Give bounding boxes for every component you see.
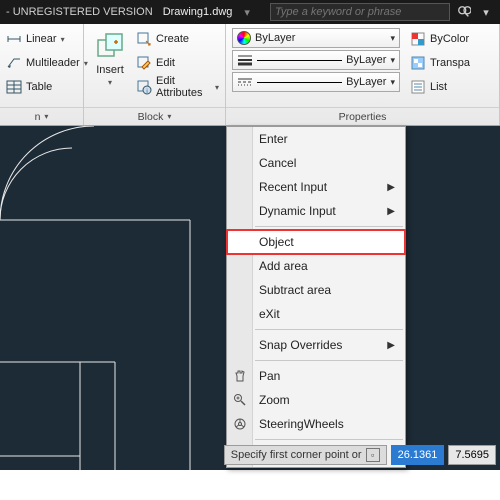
coord-y[interactable]: 7.5695 bbox=[448, 445, 496, 465]
title-bar: - UNREGISTERED VERSION Drawing1.dwg ▾ ▾ bbox=[0, 0, 500, 24]
filename-label: Drawing1.dwg bbox=[163, 6, 233, 18]
edit-attributes-icon: i bbox=[136, 79, 152, 95]
filename-dropdown-icon[interactable]: ▾ bbox=[244, 6, 250, 19]
help-search-input[interactable] bbox=[271, 6, 449, 18]
ctx-item-snap-overrides[interactable]: Snap Overrides▶ bbox=[227, 333, 405, 357]
drawing-area[interactable]: Enter Cancel Recent Input▶ Dynamic Input… bbox=[0, 126, 500, 470]
chevron-down-icon: ▾ bbox=[390, 77, 395, 88]
color-selector[interactable]: ByLayer ▾ bbox=[232, 28, 400, 48]
ctx-item-cancel[interactable]: Cancel bbox=[227, 151, 405, 175]
table-label: Table bbox=[26, 81, 52, 93]
table-icon bbox=[6, 79, 22, 95]
ctx-item-subtract-area[interactable]: Subtract area bbox=[227, 278, 405, 302]
color-label: ByLayer bbox=[255, 32, 295, 44]
unregistered-label: - UNREGISTERED VERSION bbox=[6, 6, 153, 18]
list-button[interactable]: List bbox=[410, 76, 470, 98]
command-prompt[interactable]: Specify first corner point or ▫ bbox=[224, 445, 387, 465]
ribbon: Linear ▾ Multileader ▾ Table n ▾ bbox=[0, 24, 500, 126]
chevron-down-icon: ▾ bbox=[108, 78, 112, 87]
chevron-down-icon: ▾ bbox=[390, 55, 395, 66]
linetype-icon bbox=[237, 74, 253, 90]
bycolor-icon bbox=[410, 31, 426, 47]
edit-button[interactable]: Edit bbox=[136, 52, 219, 74]
pick-point-icon[interactable]: ▫ bbox=[366, 448, 380, 462]
ctx-item-add-area[interactable]: Add area bbox=[227, 254, 405, 278]
multileader-icon bbox=[6, 55, 22, 71]
context-menu-separator bbox=[255, 226, 403, 227]
ctx-item-steering-wheels[interactable]: SteeringWheels bbox=[227, 412, 405, 436]
chevron-down-icon[interactable]: ▾ bbox=[215, 83, 219, 92]
panel-annotation: Linear ▾ Multileader ▾ Table n ▾ bbox=[0, 24, 84, 125]
submenu-arrow-icon: ▶ bbox=[387, 206, 395, 217]
panel-block-title[interactable]: Block ▾ bbox=[84, 107, 225, 125]
create-button[interactable]: Create bbox=[136, 28, 219, 50]
create-block-icon bbox=[136, 31, 152, 47]
steering-wheel-icon bbox=[232, 416, 248, 432]
chevron-down-icon: ▾ bbox=[44, 112, 48, 121]
ctx-item-recent-input[interactable]: Recent Input▶ bbox=[227, 175, 405, 199]
transparency-icon bbox=[410, 55, 426, 71]
bycolor-button[interactable]: ByColor bbox=[410, 28, 470, 50]
create-label: Create bbox=[156, 33, 189, 45]
ctx-item-enter[interactable]: Enter bbox=[227, 127, 405, 151]
panel-properties: ByLayer ▾ ByLayer ▾ ByLayer ▾ ByColor bbox=[226, 24, 500, 125]
ctx-item-exit[interactable]: eXit bbox=[227, 302, 405, 326]
panel-annotation-title[interactable]: n ▾ bbox=[0, 107, 83, 125]
linear-dim-icon bbox=[6, 31, 22, 47]
color-swatch-icon bbox=[237, 31, 251, 45]
ctx-item-pan[interactable]: Pan bbox=[227, 364, 405, 388]
lineweight-selector[interactable]: ByLayer ▾ bbox=[232, 50, 400, 70]
panel-properties-title[interactable]: Properties bbox=[226, 107, 499, 125]
lineweight-label: ByLayer bbox=[346, 54, 386, 66]
list-icon bbox=[410, 79, 426, 95]
chevron-down-icon[interactable]: ▾ bbox=[61, 35, 65, 44]
help-search-box[interactable] bbox=[270, 3, 450, 21]
linetype-selector[interactable]: ByLayer ▾ bbox=[232, 72, 400, 92]
title-dropdown-icon[interactable]: ▾ bbox=[478, 4, 494, 20]
insert-label: Insert bbox=[96, 64, 124, 76]
linear-button[interactable]: Linear ▾ bbox=[6, 28, 88, 50]
edit-label: Edit bbox=[156, 57, 175, 69]
ctx-item-zoom[interactable]: Zoom bbox=[227, 388, 405, 412]
context-menu-separator bbox=[255, 329, 403, 330]
status-bar: Specify first corner point or ▫ 26.1361 … bbox=[0, 440, 500, 470]
ctx-item-dynamic-input[interactable]: Dynamic Input▶ bbox=[227, 199, 405, 223]
linetype-label: ByLayer bbox=[346, 76, 386, 88]
transparency-label: Transpa bbox=[430, 57, 470, 69]
multileader-button[interactable]: Multileader ▾ bbox=[6, 52, 88, 74]
panel-block: Insert ▾ Create Edit i Edit Attributes ▾ bbox=[84, 24, 226, 125]
submenu-arrow-icon: ▶ bbox=[387, 340, 395, 351]
prompt-text: Specify first corner point or bbox=[231, 449, 362, 461]
multileader-label: Multileader bbox=[26, 57, 80, 69]
transparency-button[interactable]: Transpa bbox=[410, 52, 470, 74]
zoom-icon bbox=[232, 392, 248, 408]
edit-block-icon bbox=[136, 55, 152, 71]
search-icon[interactable] bbox=[456, 4, 472, 20]
insert-button[interactable]: Insert ▾ bbox=[90, 28, 130, 89]
table-button[interactable]: Table bbox=[6, 76, 88, 98]
linear-label: Linear bbox=[26, 33, 57, 45]
list-label: List bbox=[430, 81, 447, 93]
svg-text:i: i bbox=[146, 89, 147, 95]
bycolor-label: ByColor bbox=[430, 33, 469, 45]
insert-icon bbox=[94, 30, 126, 62]
submenu-arrow-icon: ▶ bbox=[387, 182, 395, 193]
ctx-item-object[interactable]: Object bbox=[227, 230, 405, 254]
context-menu-separator bbox=[255, 360, 403, 361]
lineweight-icon bbox=[237, 52, 253, 68]
context-menu: Enter Cancel Recent Input▶ Dynamic Input… bbox=[226, 126, 406, 468]
pan-icon bbox=[232, 368, 248, 384]
coord-x[interactable]: 26.1361 bbox=[391, 445, 445, 465]
chevron-down-icon: ▾ bbox=[390, 33, 395, 44]
edit-attributes-label: Edit Attributes bbox=[156, 75, 211, 99]
chevron-down-icon: ▾ bbox=[167, 112, 171, 121]
edit-attributes-button[interactable]: i Edit Attributes ▾ bbox=[136, 76, 219, 98]
